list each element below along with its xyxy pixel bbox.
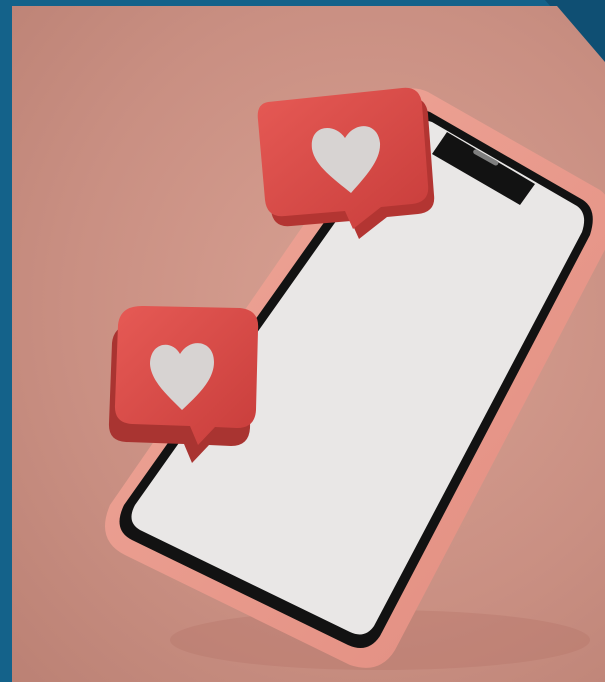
- heart-bubble-bottom: [108, 305, 259, 463]
- phone-scene: [105, 87, 605, 670]
